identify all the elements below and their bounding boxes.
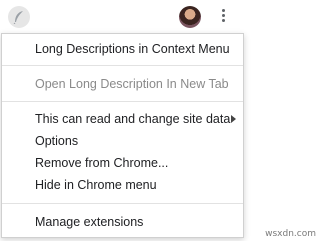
watermark: wsxdn.com	[265, 229, 316, 239]
menu-item-long-descriptions-context-menu[interactable]: Long Descriptions in Context Menu	[2, 39, 243, 59]
profile-avatar-icon[interactable]	[179, 6, 201, 28]
extension-toolbar	[0, 0, 247, 34]
vertical-ellipsis-icon[interactable]	[219, 7, 227, 27]
menu-item-open-long-description-new-tab: Open Long Description In New Tab	[35, 77, 229, 91]
menu-separator	[2, 101, 243, 102]
menu-separator	[2, 203, 243, 204]
menu-item-site-data-label: This can read and change site data	[35, 112, 231, 126]
menu-item-manage-extensions[interactable]: Manage extensions	[2, 212, 243, 232]
menu-item-hide-in-chrome-menu[interactable]: Hide in Chrome menu	[2, 175, 243, 195]
menu-item-remove-from-chrome[interactable]: Remove from Chrome...	[2, 153, 243, 173]
feather-icon	[13, 11, 23, 24]
menu-separator	[2, 65, 243, 66]
extension-context-menu: Long Descriptions in Context Menu Open L…	[1, 33, 244, 238]
submenu-arrow-icon	[231, 115, 236, 123]
menu-item-options[interactable]: Options	[2, 131, 243, 151]
extension-feather-icon[interactable]	[8, 6, 30, 28]
menu-item-site-data[interactable]: This can read and change site data	[2, 109, 243, 129]
